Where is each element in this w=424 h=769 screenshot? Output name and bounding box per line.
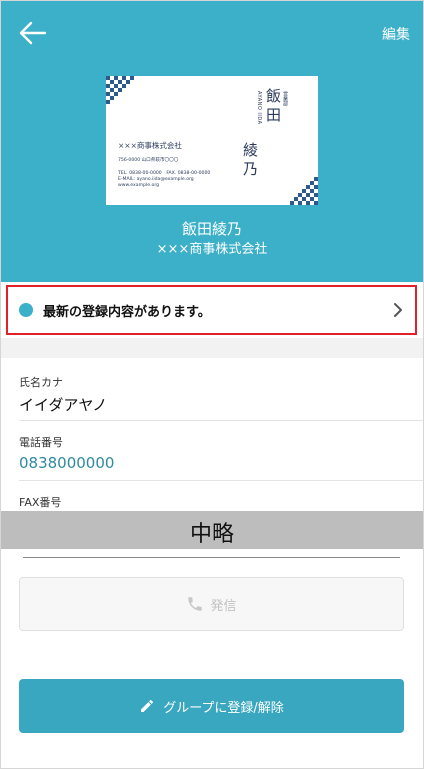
- contact-company: ×××商事株式会社: [156, 242, 268, 257]
- phone-row: 電話番号 0838000000: [0, 420, 424, 480]
- contact-name: 飯田綾乃: [181, 220, 242, 238]
- kana-label: 氏名カナ: [19, 376, 63, 389]
- business-card-image[interactable]: ×××商事株式会社 756-0000 山口県萩市〇〇〇 TEL. 0838-00…: [106, 76, 318, 205]
- phone-label: 電話番号: [19, 436, 63, 449]
- edit-button[interactable]: 編集: [382, 24, 410, 44]
- chevron-right-icon: [394, 303, 402, 317]
- card-company: ×××商事株式会社: [118, 141, 182, 150]
- notice-dot-icon: [19, 303, 33, 317]
- card-web: www.example.org: [118, 183, 160, 189]
- call-button[interactable]: 発信: [19, 577, 404, 631]
- group-register-button[interactable]: グループに登録/解除: [19, 679, 404, 733]
- profile-header: 編集 ×××商事株式会社 756-0000 山口県萩市〇〇〇 TEL. 0838…: [0, 0, 424, 282]
- contact-details: 氏名カナ イイダアヤノ 電話番号 0838000000 FAX番号: [0, 358, 424, 518]
- card-surname: 飯田: [264, 88, 282, 126]
- card-pattern-top-left: [106, 76, 134, 104]
- actions-section: 発信 グループに登録/解除: [0, 548, 424, 769]
- card-address: 756-0000 山口県萩市〇〇〇: [118, 158, 179, 163]
- omission-banner: 中略: [0, 511, 424, 549]
- card-given-name: 綾乃: [241, 142, 259, 180]
- card-pattern-bottom-right: [290, 177, 318, 205]
- card-roman-name: AYANO IIDA: [256, 91, 262, 125]
- back-button[interactable]: [18, 20, 48, 46]
- phone-icon: [188, 597, 203, 611]
- phone-number-link[interactable]: 0838000000: [19, 454, 114, 472]
- fax-label: FAX番号: [19, 496, 62, 509]
- group-register-label: グループに登録/解除: [163, 700, 284, 716]
- call-button-label: 発信: [210, 598, 237, 614]
- back-arrow-icon: [19, 21, 47, 45]
- kana-row: 氏名カナ イイダアヤノ: [0, 358, 424, 420]
- omission-label: 中略: [189, 522, 234, 547]
- card-contact-block: TEL. 0838-00-0000 FAX. 0838-00-0000 E-MA…: [118, 171, 210, 190]
- kana-value: イイダアヤノ: [19, 396, 108, 414]
- partial-input-underline: [23, 548, 400, 558]
- update-notice-row[interactable]: 最新の登録内容があります。: [0, 282, 424, 338]
- notice-text: 最新の登録内容があります。: [43, 305, 211, 320]
- pencil-icon: [141, 699, 154, 712]
